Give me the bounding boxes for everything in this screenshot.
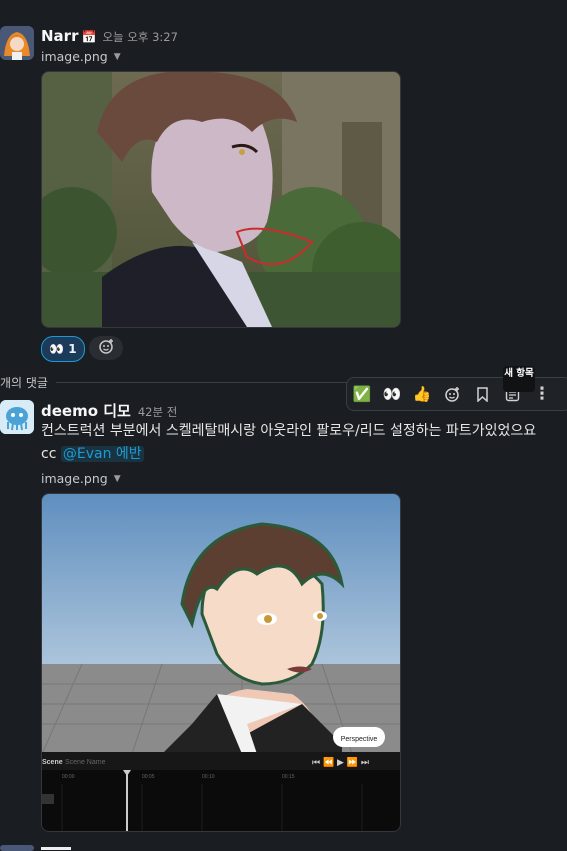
timecode: 00:10 — [202, 774, 215, 780]
add-reaction-icon — [98, 338, 115, 358]
timecode: 00:00 — [62, 774, 75, 780]
message-text: 컨스트럭션 부분에서 스켈레탈매시랑 아웃라인 팔로우/리드 설정하는 파트가있… — [41, 423, 537, 439]
scene-name-field[interactable]: Scene Name — [65, 759, 106, 766]
user-mention[interactable]: @Evan 에반 — [60, 446, 144, 462]
timestamp[interactable]: 오늘 오후 3:27 — [102, 29, 177, 45]
file-label[interactable]: image.png — [41, 471, 108, 486]
attached-image[interactable] — [41, 71, 401, 328]
author-name-peek — [41, 846, 101, 851]
timestamp[interactable]: 42분 전 — [138, 404, 177, 420]
react-thumbsup-button[interactable]: 👍 — [407, 379, 437, 409]
add-reaction-icon[interactable] — [437, 379, 467, 409]
tooltip-new-item: 새 항목 — [503, 366, 535, 392]
calendar-badge-icon: 📅 — [81, 30, 97, 44]
timecode: 00:05 — [142, 774, 155, 780]
avatar-narr[interactable] — [0, 845, 34, 851]
chevron-down-icon[interactable]: ▼ — [114, 52, 121, 62]
reply-count-label: 개의 댓글 — [0, 376, 48, 390]
author-name[interactable]: deemo 디모 — [41, 400, 131, 421]
reaction-eyes[interactable]: 👀 1 — [41, 336, 85, 362]
scene-label: Scene — [42, 759, 63, 766]
file-label[interactable]: image.png — [41, 49, 108, 64]
view-mode-label[interactable]: Perspective — [341, 736, 378, 743]
react-check-button[interactable]: ✅ — [347, 379, 377, 409]
author-name[interactable]: Narr — [41, 27, 78, 45]
eyes-emoji: 👀 — [49, 342, 65, 356]
reaction-count: 1 — [68, 342, 77, 356]
timecode: 00:15 — [282, 774, 295, 780]
avatar-narr[interactable] — [0, 26, 34, 60]
avatar-deemo[interactable] — [0, 400, 34, 434]
bookmark-icon[interactable] — [467, 379, 497, 409]
chevron-down-icon[interactable]: ▼ — [114, 474, 121, 484]
cc-label: cc — [41, 446, 57, 462]
add-reaction-button[interactable] — [89, 336, 123, 360]
timeline-playhead[interactable] — [126, 770, 128, 831]
playback-controls-icon[interactable]: ⏮ ⏪ ▶ ⏩ ⏭ — [312, 756, 369, 768]
attached-image[interactable]: Perspective Scene Scene Name ⏮ ⏪ ▶ ⏩ ⏭ 0… — [41, 493, 401, 832]
react-eyes-button[interactable]: 👀 — [377, 379, 407, 409]
